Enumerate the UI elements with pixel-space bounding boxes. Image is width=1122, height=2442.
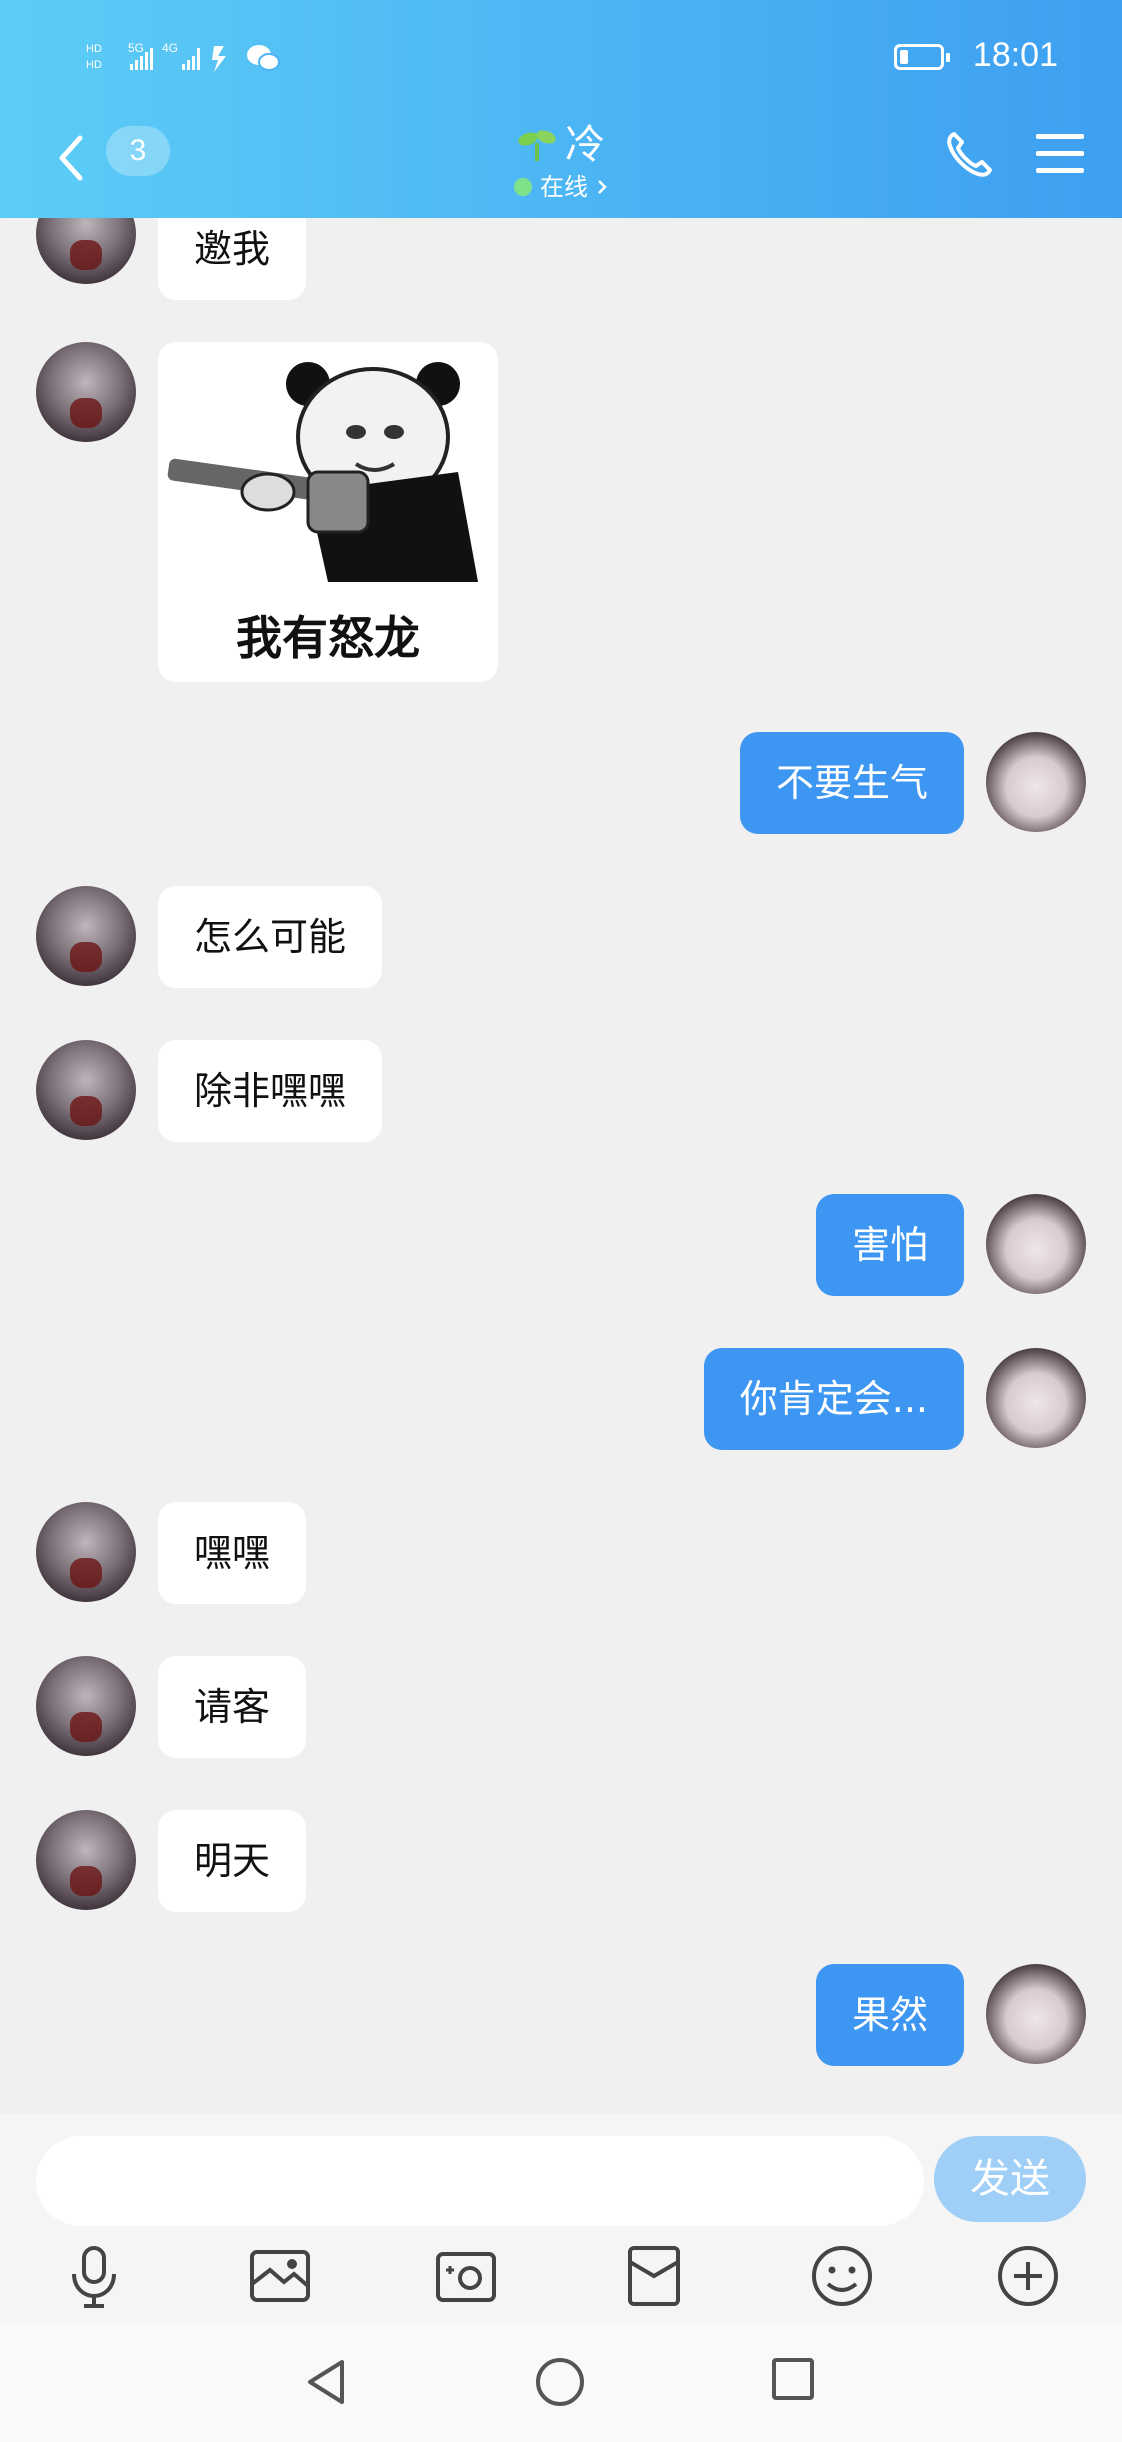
send-button[interactable]: 发送 — [934, 2136, 1086, 2222]
red-envelope-icon[interactable] — [618, 2240, 690, 2312]
composer-area: 发送 — [0, 2114, 1122, 2324]
message-input[interactable] — [36, 2136, 924, 2226]
message-bubble[interactable]: 嘿嘿 — [158, 1502, 307, 1604]
message-bubble[interactable]: 果然 — [815, 1964, 964, 2066]
contact-name: 冷 — [565, 122, 605, 168]
contact-avatar[interactable] — [36, 342, 136, 442]
contact-avatar[interactable] — [36, 1656, 136, 1756]
presence-status[interactable]: 在线 — [514, 172, 608, 202]
emoji-icon[interactable] — [806, 2240, 878, 2312]
chat-header: HD HD 5G 4G 18:01 3 冷 在线 — [0, 0, 1122, 218]
contact-avatar[interactable] — [36, 1040, 136, 1140]
signal-icons: HD HD 5G 4G — [86, 41, 226, 72]
status-bar: HD HD 5G 4G 18:01 — [0, 32, 1122, 84]
svg-text:HD: HD — [86, 59, 102, 71]
contact-avatar[interactable] — [36, 218, 136, 284]
plus-icon[interactable] — [992, 2240, 1064, 2312]
nav-bar: 3 冷 在线 — [0, 120, 1122, 201]
chevron-right-icon — [598, 180, 607, 194]
message-bubble[interactable]: 怎么可能 — [158, 886, 383, 988]
message-bubble[interactable]: 除非嘿嘿 — [158, 1040, 383, 1142]
recents-square-icon[interactable] — [770, 2356, 816, 2402]
my-avatar[interactable] — [986, 1348, 1086, 1448]
sticker-message[interactable]: 我有怒龙 — [158, 342, 498, 682]
my-avatar[interactable] — [986, 1964, 1086, 2064]
menu-icon[interactable] — [1034, 132, 1086, 176]
contact-avatar[interactable] — [36, 886, 136, 986]
message-bubble[interactable]: 不要生气 — [739, 732, 964, 834]
message-bubble[interactable]: 明天 — [158, 1810, 307, 1912]
camera-icon[interactable] — [430, 2240, 502, 2312]
message-bubble[interactable]: 请客 — [158, 1656, 307, 1758]
battery-icon — [894, 44, 950, 70]
sticker-caption: 我有怒龙 — [236, 611, 420, 665]
message-list[interactable]: 邀我 我有怒龙 不要生气 怎么可能 除非嘿嘿 害怕 你肯定会... 嘿嘿 请客 … — [0, 218, 1122, 2114]
status-time: 18:01 — [972, 36, 1058, 74]
my-avatar[interactable] — [986, 732, 1086, 832]
image-icon[interactable] — [244, 2240, 316, 2312]
svg-text:HD: HD — [86, 43, 102, 55]
panda-meme-sticker — [167, 362, 478, 582]
svg-text:5G: 5G — [128, 41, 144, 55]
contact-avatar[interactable] — [36, 1810, 136, 1910]
online-dot-icon — [514, 178, 532, 196]
phone-call-icon[interactable] — [942, 126, 998, 182]
composer-toolbar — [0, 2240, 1122, 2320]
system-navigation-bar — [0, 2324, 1122, 2442]
sprout-icon — [518, 130, 556, 161]
microphone-icon[interactable] — [58, 2240, 130, 2312]
back-triangle-icon[interactable] — [302, 2356, 350, 2408]
message-bubble[interactable]: 你肯定会... — [703, 1348, 964, 1450]
my-avatar[interactable] — [986, 1194, 1086, 1294]
home-circle-icon[interactable] — [534, 2356, 586, 2408]
wechat-icon — [247, 45, 280, 71]
message-bubble[interactable]: 害怕 — [815, 1194, 964, 1296]
presence-text: 在线 — [540, 173, 588, 201]
svg-text:4G: 4G — [162, 41, 178, 55]
message-bubble[interactable]: 邀我 — [158, 218, 307, 300]
signal-indicators: HD HD 5G 4G — [86, 38, 280, 78]
contact-avatar[interactable] — [36, 1502, 136, 1602]
